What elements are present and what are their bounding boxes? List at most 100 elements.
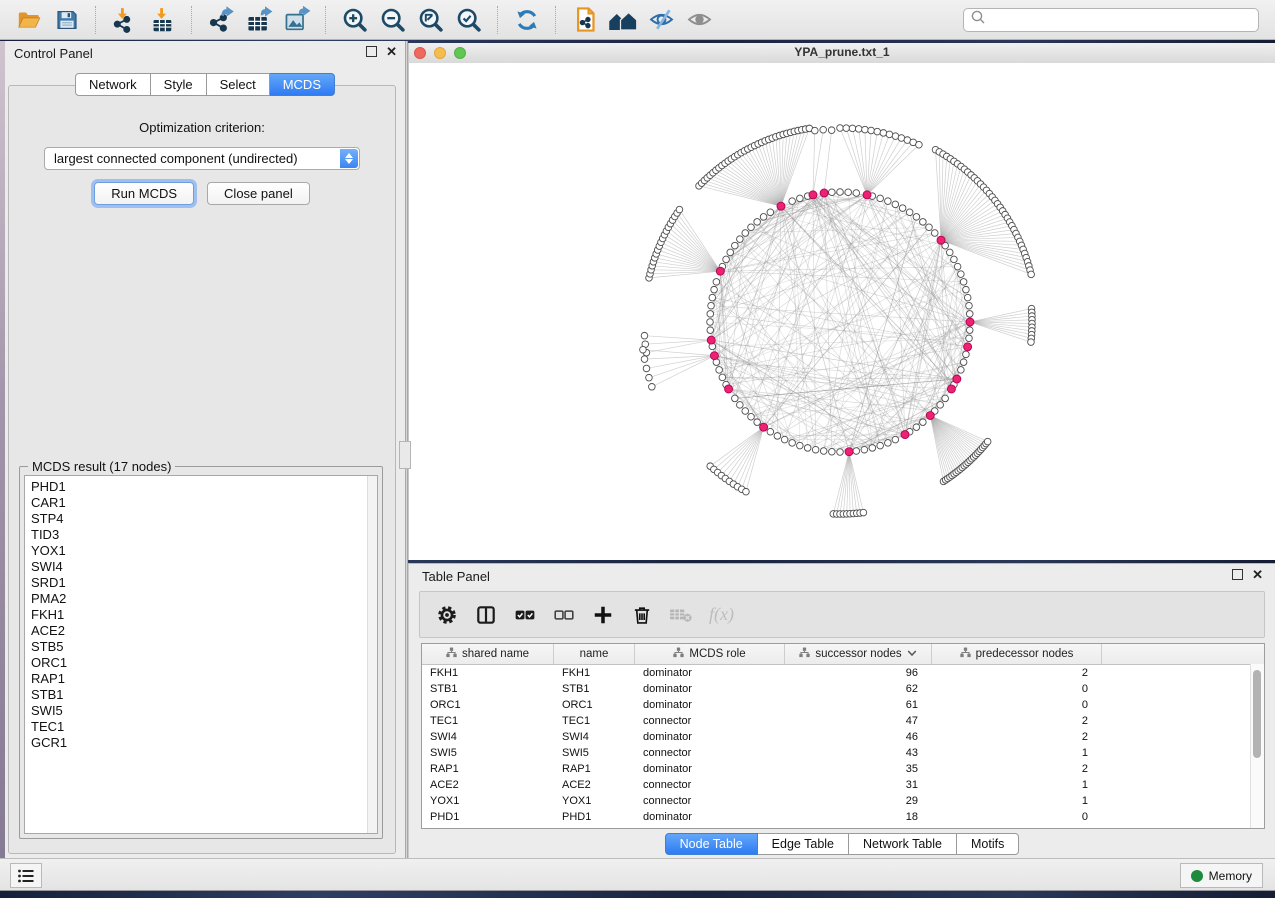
network-node[interactable]	[958, 271, 965, 278]
show-columns-icon[interactable]	[473, 602, 499, 628]
network-leaf-node[interactable]	[984, 438, 991, 445]
network-node[interactable]	[742, 230, 749, 237]
network-node[interactable]	[926, 224, 933, 231]
table-row[interactable]: ACE2ACE2connector311	[422, 777, 1264, 793]
mcds-hub-node[interactable]	[845, 448, 853, 456]
table-row[interactable]: TEC1TEC1connector472	[422, 713, 1264, 729]
mcds-result-item[interactable]: SWI5	[31, 703, 377, 719]
show-all-eye-icon[interactable]	[684, 5, 714, 35]
zoom-fit-icon[interactable]	[416, 5, 446, 35]
network-node[interactable]	[877, 195, 884, 202]
mcds-result-item[interactable]: YOX1	[31, 543, 377, 559]
network-leaf-node[interactable]	[862, 126, 869, 133]
network-node[interactable]	[708, 302, 715, 309]
table-row[interactable]: SWI5SWI5connector431	[422, 745, 1264, 761]
network-node[interactable]	[861, 446, 868, 453]
network-node[interactable]	[797, 442, 804, 449]
network-node[interactable]	[711, 286, 718, 293]
network-node[interactable]	[964, 294, 971, 301]
network-node[interactable]	[958, 367, 965, 374]
zoom-selected-icon[interactable]	[454, 5, 484, 35]
network-node[interactable]	[837, 449, 844, 456]
window-maximize-traffic-light[interactable]	[454, 47, 466, 59]
table-options-gear-icon[interactable]	[434, 602, 460, 628]
network-node[interactable]	[732, 242, 739, 249]
column-header-predecessor-nodes[interactable]: predecessor nodes	[932, 644, 1102, 664]
mcds-list-scrollbar[interactable]	[367, 476, 377, 833]
mcds-hub-node[interactable]	[809, 191, 817, 199]
mcds-hub-node[interactable]	[710, 352, 718, 360]
column-header-mcds-role[interactable]: MCDS role	[635, 644, 785, 664]
open-file-icon[interactable]	[14, 5, 44, 35]
network-leaf-node[interactable]	[860, 509, 867, 516]
save-session-icon[interactable]	[52, 5, 82, 35]
network-node[interactable]	[966, 327, 973, 334]
network-node[interactable]	[727, 249, 734, 256]
mcds-hub-node[interactable]	[760, 423, 768, 431]
panel-splitter-grip[interactable]	[399, 441, 411, 469]
network-node[interactable]	[789, 440, 796, 447]
mcds-result-item[interactable]: SWI4	[31, 559, 377, 575]
first-neighbors-icon[interactable]	[608, 5, 638, 35]
network-leaf-node[interactable]	[646, 374, 653, 381]
search-field[interactable]	[963, 8, 1259, 32]
mcds-result-item[interactable]: SRD1	[31, 575, 377, 591]
export-table-icon[interactable]	[244, 5, 274, 35]
network-node[interactable]	[906, 209, 913, 216]
mcds-result-item[interactable]: ACE2	[31, 623, 377, 639]
share-document-icon[interactable]	[570, 5, 600, 35]
network-leaf-node[interactable]	[640, 346, 647, 353]
network-node[interactable]	[707, 311, 714, 318]
table-row[interactable]: ORC1ORC1dominator610	[422, 697, 1264, 713]
network-node[interactable]	[853, 448, 860, 455]
network-node[interactable]	[789, 198, 796, 205]
network-node[interactable]	[754, 219, 761, 226]
network-node[interactable]	[960, 279, 967, 286]
tab-node-table[interactable]: Node Table	[665, 833, 758, 855]
network-leaf-node[interactable]	[641, 356, 648, 363]
mcds-result-item[interactable]: CAR1	[31, 495, 377, 511]
network-node[interactable]	[781, 436, 788, 443]
network-node[interactable]	[713, 279, 720, 286]
zoom-in-icon[interactable]	[340, 5, 370, 35]
window-close-traffic-light[interactable]	[414, 47, 426, 59]
mcds-hub-node[interactable]	[964, 343, 972, 351]
network-node[interactable]	[754, 419, 761, 426]
network-node[interactable]	[845, 189, 852, 196]
table-row[interactable]: RAP1RAP1dominator352	[422, 761, 1264, 777]
close-panel-icon[interactable]: ✕	[386, 46, 397, 57]
network-node[interactable]	[966, 302, 973, 309]
table-row[interactable]: YOX1YOX1connector291	[422, 793, 1264, 809]
close-panel-button[interactable]: Close panel	[207, 182, 310, 205]
automation-panel-button[interactable]	[10, 863, 42, 888]
refresh-icon[interactable]	[512, 5, 542, 35]
mcds-result-item[interactable]: TEC1	[31, 719, 377, 735]
column-header-name[interactable]: name	[554, 644, 635, 664]
table-row[interactable]: STB1STB1dominator620	[422, 681, 1264, 697]
network-leaf-node[interactable]	[837, 125, 844, 132]
network-node[interactable]	[853, 190, 860, 197]
network-leaf-node[interactable]	[1028, 271, 1035, 278]
network-node[interactable]	[737, 402, 744, 409]
network-node[interactable]	[966, 311, 973, 318]
mcds-hub-node[interactable]	[953, 375, 961, 383]
float-panel-icon[interactable]	[366, 46, 377, 57]
mcds-result-item[interactable]: STB1	[31, 687, 377, 703]
network-node[interactable]	[837, 189, 844, 196]
network-leaf-node[interactable]	[886, 131, 893, 138]
criterion-dropdown[interactable]: largest connected component (undirected)	[44, 147, 360, 170]
network-node[interactable]	[820, 448, 827, 455]
close-panel-icon[interactable]: ✕	[1252, 569, 1263, 580]
network-node[interactable]	[709, 294, 716, 301]
network-leaf-node[interactable]	[868, 127, 875, 134]
network-leaf-node[interactable]	[874, 128, 881, 135]
network-node[interactable]	[737, 236, 744, 243]
import-network-icon[interactable]	[110, 5, 140, 35]
network-node[interactable]	[869, 445, 876, 452]
mcds-result-item[interactable]: FKH1	[31, 607, 377, 623]
table-scrollbar-thumb[interactable]	[1253, 670, 1261, 758]
network-node[interactable]	[748, 413, 755, 420]
mcds-hub-node[interactable]	[937, 236, 945, 244]
network-node[interactable]	[742, 408, 749, 415]
network-node[interactable]	[963, 286, 970, 293]
